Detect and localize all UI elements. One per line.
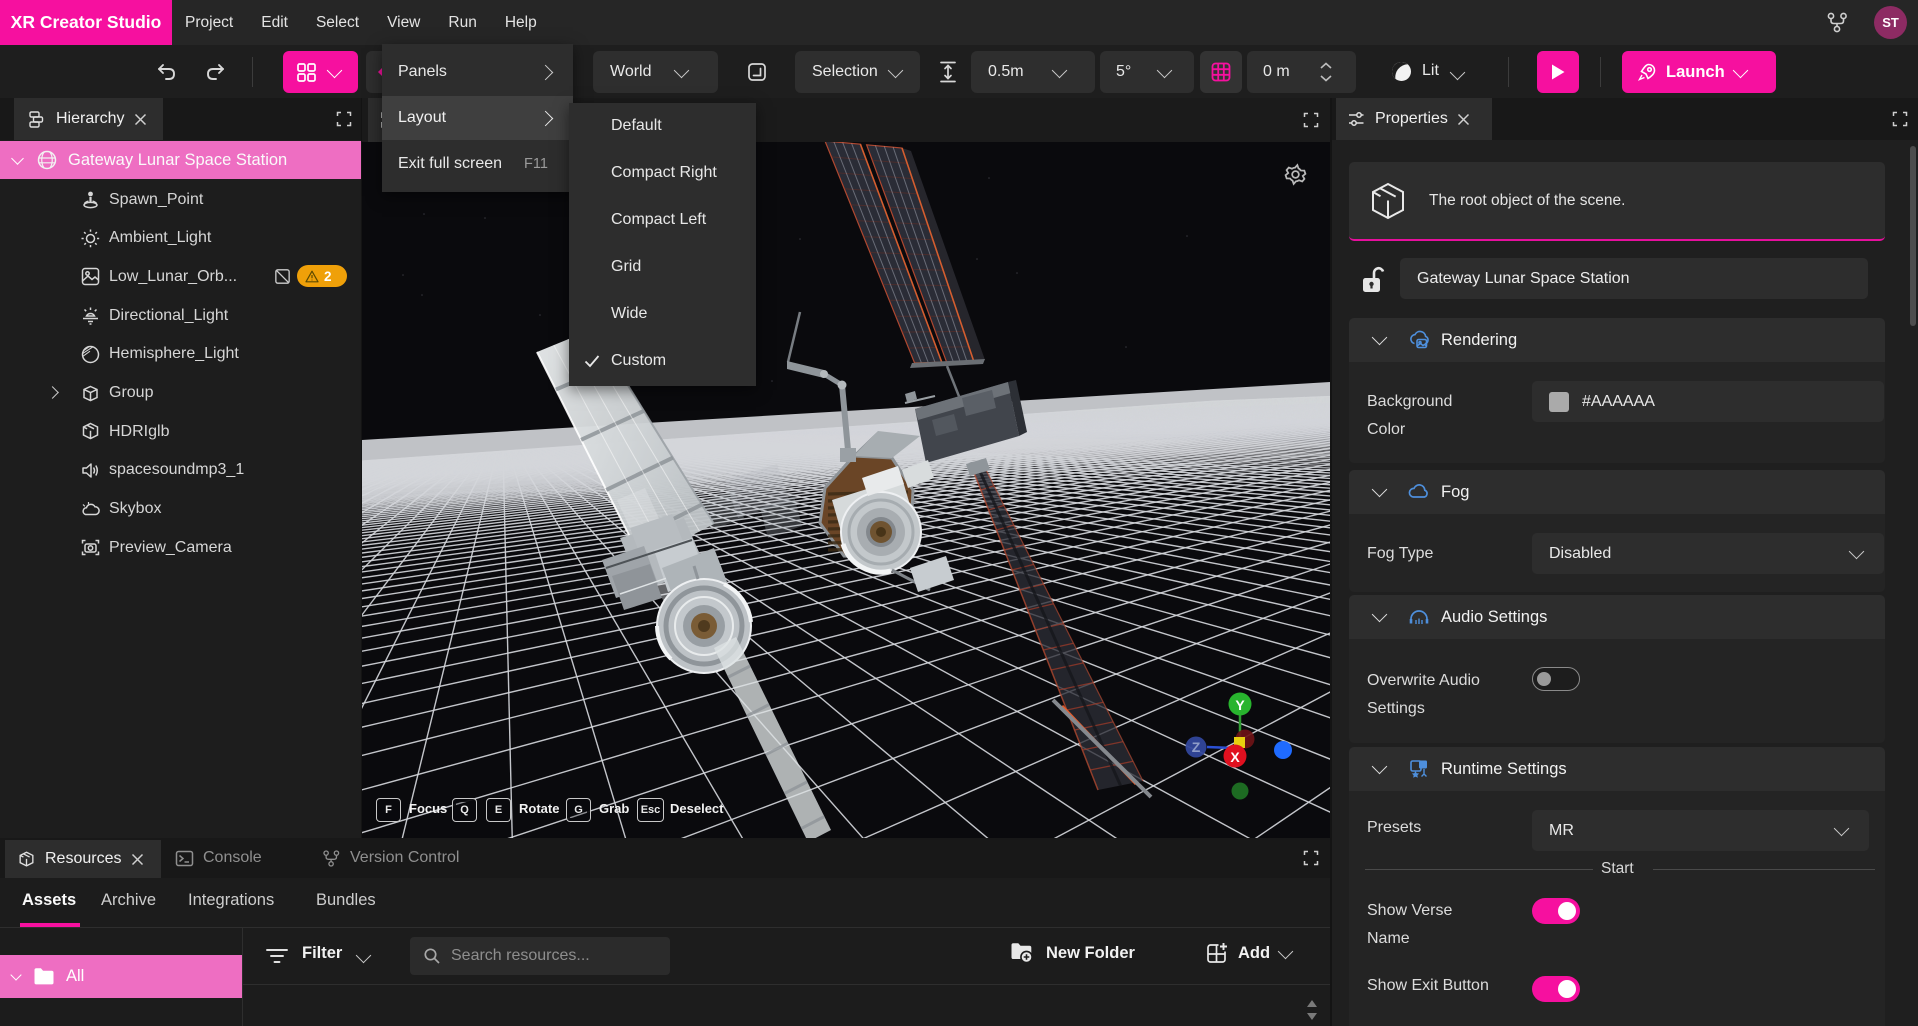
svg-text:Y: Y — [1235, 697, 1245, 713]
svg-text:Z: Z — [1192, 739, 1201, 755]
svg-text:X: X — [1230, 749, 1240, 765]
